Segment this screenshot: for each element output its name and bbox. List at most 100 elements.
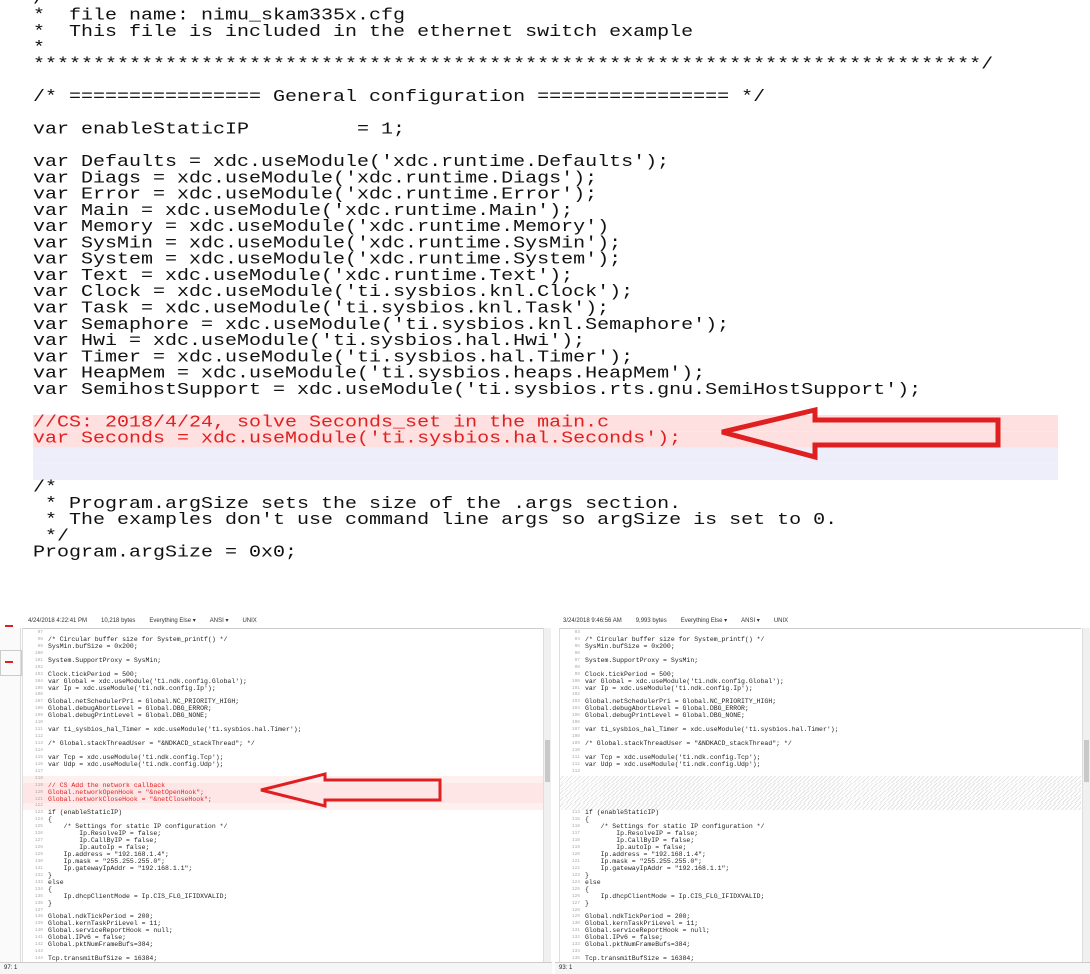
line-text: /* Global.stackThreadUser = "&NDKACD_sta… [585, 740, 792, 747]
file-size: 10,218 bytes [101, 618, 136, 624]
filter-dropdown[interactable]: Everything Else ▾ [681, 615, 727, 627]
code-line: 113 [560, 769, 1081, 776]
line-number: 127 [571, 900, 580, 906]
code-line: 112 var Udp = xdc.useModule('ti.ndk.confi… [560, 760, 1081, 769]
line-text: var Ip = xdc.useModule('ti.ndk.config.Ip… [48, 684, 216, 692]
line-text: SysMin.bufSize = 0x200; [48, 642, 138, 650]
code-line: var Memory = xdc.useModule('xdc.runtime.… [33, 217, 610, 237]
code-line: 97 System.SupportProxy = SysMin; [560, 656, 1081, 665]
line-number: 129 [34, 852, 43, 857]
line-number: 131 [34, 865, 43, 871]
line-number: 113 [34, 741, 43, 746]
code-line: var SemihostSupport = xdc.useModule('ti.… [33, 380, 922, 400]
line-text: Global.debugPrintLevel = Global.DBG_NONE… [585, 712, 745, 720]
filter-dropdown[interactable]: Everything Else ▾ [149, 615, 195, 627]
code-line: * [33, 38, 46, 58]
code-line: 114 if (enableStaticIP) [560, 809, 1081, 817]
code-line: var Text = xdc.useModule('xdc.runtime.Te… [33, 266, 574, 286]
line-number: 133 [34, 879, 43, 885]
code-line: ****************************************… [33, 55, 994, 74]
line-number: 100 [571, 678, 580, 684]
line-text: System.SupportProxy = SysMin; [585, 656, 699, 664]
line-number: 97 [574, 657, 580, 663]
diff-overview-gutter[interactable] [0, 625, 22, 962]
code-editor-right[interactable]: 93 94/* Circular buffer size for System_p… [559, 628, 1081, 962]
encoding-dropdown[interactable]: ANSI ▾ [741, 615, 760, 627]
diff-marker[interactable] [5, 625, 13, 627]
line-number: 119 [34, 782, 43, 788]
code-line: * The examples don't use command line ar… [33, 510, 838, 530]
diff-pane-right: 3/24/2018 9:46:56 AM 9,993 bytes Everyth… [555, 612, 1090, 974]
overview-viewport[interactable] [0, 650, 22, 676]
line-number: 108 [571, 734, 580, 740]
code-line [33, 463, 1058, 480]
line-text: if (enableStaticIP) [48, 809, 123, 817]
diff-gap-row [560, 796, 1081, 804]
code-line: 122 Ip.gatewayIpAddr = "192.168.1.1"; [560, 864, 1081, 873]
line-number: 96 [574, 650, 580, 656]
code-line: 142 Global.pktNumFrameBufs=384; [23, 941, 543, 949]
line-number: 135 [34, 893, 43, 899]
encoding-dropdown[interactable]: ANSI ▾ [210, 615, 229, 627]
vertical-scrollbar-right[interactable] [1082, 628, 1090, 962]
vertical-scrollbar-left[interactable] [543, 628, 551, 962]
line-number: 100 [34, 650, 43, 656]
line-number: 103 [34, 671, 43, 677]
line-text: Ip.gatewayIpAddr = "192.168.1.1"; [585, 864, 730, 872]
line-number: 102 [34, 664, 43, 670]
code-line: 136} [23, 900, 543, 908]
code-line: * file name: nimu_skam335x.cfg [33, 6, 406, 25]
line-text: if (enableStaticIP) [585, 809, 660, 817]
line-number: 113 [571, 768, 580, 774]
line-number: 98 [574, 664, 580, 670]
code-line: 109 Global.debugPrintLevel = Global.DBG_N… [23, 712, 543, 720]
line-number: 95 [574, 643, 580, 649]
code-line: var enableStaticIP = 1; [33, 120, 406, 139]
code-line: var HeapMem = xdc.useModule('ti.sysbios.… [33, 364, 706, 383]
line-number: 130 [34, 858, 43, 864]
line-number: 104 [34, 678, 43, 684]
code-line: 109 /* Global.stackThreadUser = "&NDKACD_… [560, 740, 1081, 748]
diff-marker[interactable] [5, 661, 13, 663]
cursor-position: 97: 1 [4, 965, 18, 971]
line-text: Global.networkCloseHook = "&netCloseHook… [48, 795, 212, 803]
code-line: 123 if (enableStaticIP) [23, 809, 543, 817]
status-bar-right: 93: 1 [555, 962, 1090, 974]
line-text: var Ip = xdc.useModule('ti.ndk.config.Ip… [585, 684, 753, 692]
code-line: 132} [23, 872, 543, 880]
line-text: var Udp = xdc.useModule('ti.ndk.config.U… [585, 760, 761, 768]
line-number: 115 [34, 754, 43, 760]
code-line: 124 else [560, 879, 1081, 887]
code-line: var Clock = xdc.useModule('ti.sysbios.kn… [33, 282, 634, 302]
code-line: var Defaults = xdc.useModule('xdc.runtim… [33, 152, 670, 172]
code-line: 133 else [23, 879, 543, 887]
line-number: 125 [571, 886, 580, 892]
code-line: var System = xdc.useModule('xdc.runtime.… [33, 250, 622, 270]
code-line: 105 var Ip = xdc.useModule('ti.ndk.config… [23, 684, 543, 693]
line-text: var Udp = xdc.useModule('ti.ndk.config.U… [48, 760, 224, 768]
code-line: * Program.argSize sets the size of the .… [33, 494, 682, 514]
line-number: 123 [571, 872, 580, 878]
diff-gap-row [560, 775, 1081, 783]
line-text: Global.pktNumFrameBufs=384; [48, 941, 154, 949]
line-text: SysMin.bufSize = 0x200; [585, 642, 675, 650]
status-bar-left: 97: 1 [0, 962, 552, 974]
line-number: 111 [571, 754, 580, 760]
line-number: 93 [574, 630, 580, 635]
line-text: Ip.dhcpClientMode = Ip.CIS_FLG_IFIDXVALI… [48, 892, 228, 900]
line-number: 119 [571, 845, 580, 851]
line-number: 117 [34, 768, 43, 774]
line-number: 121 [571, 858, 580, 864]
line-text: Ip.dhcpClientMode = Ip.CIS_FLG_IFIDXVALI… [585, 892, 765, 900]
line-number: 114 [34, 747, 43, 753]
line-number: 110 [571, 747, 580, 753]
line-number: 122 [571, 865, 580, 871]
line-ending: UNIX [242, 618, 257, 624]
red-arrow-annotation-bottom [260, 772, 442, 808]
code-line: 111 var ti_sysbios_hal_Timer = xdc.useMod… [23, 726, 543, 734]
line-text: Global.pktNumFrameBufs=384; [585, 941, 691, 949]
code-line: 133 Global.pktNumFrameBufs=384; [560, 941, 1081, 949]
code-line: 101 System.SupportProxy = SysMin; [23, 657, 543, 665]
